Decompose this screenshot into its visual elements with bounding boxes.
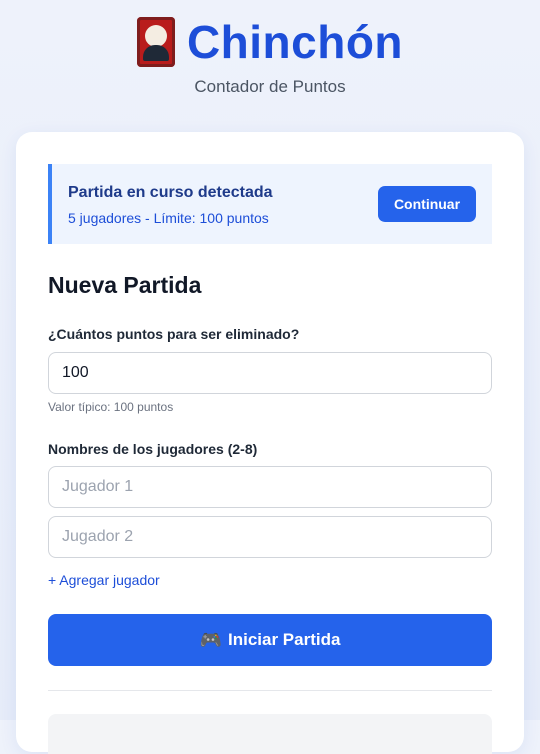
- points-limit-hint: Valor típico: 100 puntos: [48, 400, 174, 414]
- divider: [48, 690, 492, 691]
- title-row: Chinchón: [0, 14, 540, 70]
- card-figure: [142, 45, 169, 61]
- app-subtitle: Contador de Puntos: [194, 77, 346, 96]
- app-header: Chinchón Contador de Puntos: [0, 0, 540, 130]
- resume-game-banner: Partida en curso detectada 5 jugadores -…: [48, 164, 492, 244]
- playing-card-icon: [136, 17, 175, 67]
- points-limit-input[interactable]: [48, 352, 492, 394]
- gamepad-icon: 🎮: [199, 629, 222, 650]
- player-2-input[interactable]: [48, 516, 492, 558]
- main-card: Partida en curso detectada 5 jugadores -…: [16, 132, 524, 754]
- continue-button[interactable]: Continuar: [378, 186, 476, 222]
- start-game-button[interactable]: 🎮 Iniciar Partida: [48, 614, 492, 666]
- players-label: Nombres de los jugadores (2-8): [48, 441, 258, 457]
- resume-banner-details: 5 jugadores - Límite: 100 puntos: [68, 210, 269, 226]
- add-player-link[interactable]: + Agregar jugador: [48, 572, 160, 588]
- player-1-input[interactable]: [48, 466, 492, 508]
- start-game-label: Iniciar Partida: [227, 630, 341, 649]
- resume-banner-title: Partida en curso detectada: [68, 184, 273, 201]
- card-face: [144, 25, 167, 47]
- secondary-section: [48, 714, 492, 754]
- section-title: Nueva Partida: [48, 272, 202, 298]
- points-limit-label: ¿Cuántos puntos para ser eliminado?: [48, 326, 300, 342]
- app-title: Chinchón: [186, 16, 404, 68]
